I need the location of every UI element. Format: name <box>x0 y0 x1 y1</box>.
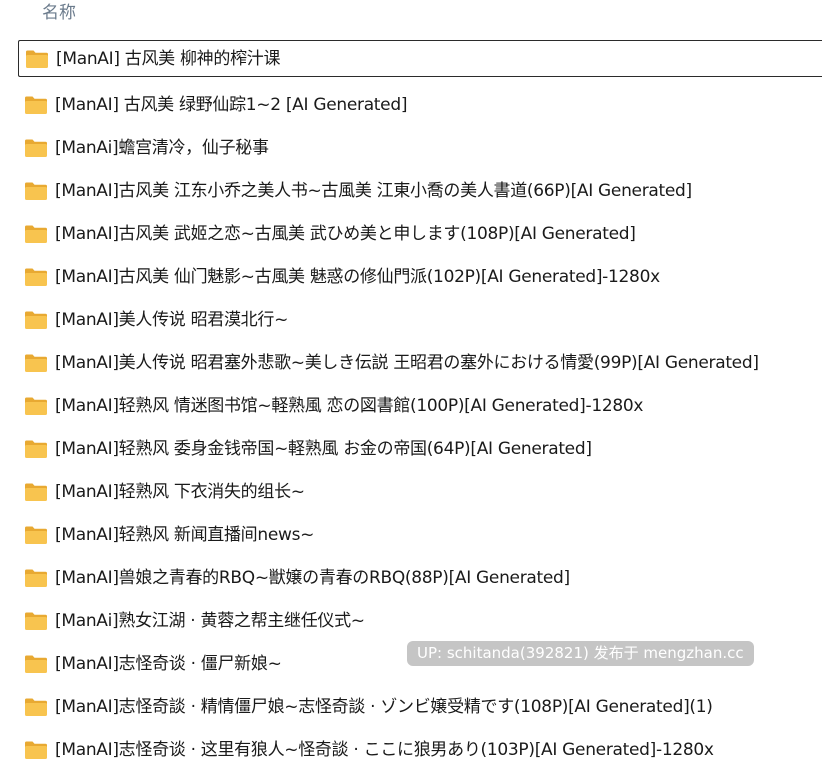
folder-icon <box>24 482 48 502</box>
folder-row[interactable]: [ManAI]轻熟风 委身金钱帝国~軽熟風 お金の帝国(64P)[AI Gene… <box>0 427 822 470</box>
folder-row[interactable]: [ManAI] 古风美 柳神的榨汁课 <box>18 40 822 77</box>
folder-row[interactable]: [ManAI]轻熟风 情迷图书馆~軽熟風 恋の図書館(100P)[AI Gene… <box>0 384 822 427</box>
folder-icon <box>24 697 48 717</box>
folder-icon <box>24 95 48 115</box>
folder-name: [ManAI]轻熟风 新闻直播间news~ <box>55 524 315 545</box>
folder-name: [ManAI]古风美 仙门魅影~古風美 魅惑の修仙門派(102P)[AI Gen… <box>55 266 660 287</box>
folder-icon <box>24 740 48 760</box>
folder-name: [ManAI]美人传说 昭君漠北行~ <box>55 309 289 330</box>
folder-row[interactable]: [ManAI]兽娘之青春的RBQ~獣嬢の青春のRBQ(88P)[AI Gener… <box>0 556 822 599</box>
folder-row[interactable]: [ManAi]蟾宫清冷，仙子秘事 <box>0 126 822 169</box>
folder-name: [ManAi]蟾宫清冷，仙子秘事 <box>55 137 269 158</box>
folder-icon <box>24 353 48 373</box>
folder-icon <box>24 611 48 631</box>
folder-row[interactable]: [ManAI]美人传说 昭君塞外悲歌~美しき伝説 王昭君の塞外における情愛(99… <box>0 341 822 384</box>
folder-icon <box>24 439 48 459</box>
watermark: UP: schitanda(392821) 发布于 mengzhan.cc <box>407 641 754 666</box>
folder-name: [ManAI]美人传说 昭君塞外悲歌~美しき伝説 王昭君の塞外における情愛(99… <box>55 352 759 373</box>
folder-row[interactable]: [ManAI]古风美 仙门魅影~古風美 魅惑の修仙門派(102P)[AI Gen… <box>0 255 822 298</box>
folder-name: [ManAI]轻熟风 情迷图书馆~軽熟風 恋の図書館(100P)[AI Gene… <box>55 395 644 416</box>
folder-icon <box>24 138 48 158</box>
folder-name: [ManAI]古风美 江东小乔之美人书~古風美 江東小喬の美人書道(66P)[A… <box>55 180 692 201</box>
folder-name: [ManAI]轻熟风 委身金钱帝国~軽熟風 お金の帝国(64P)[AI Gene… <box>55 438 592 459</box>
folder-icon <box>24 525 48 545</box>
folder-name: [ManAI]古风美 武姬之恋~古風美 武ひめ美と申します(108P)[AI G… <box>55 223 636 244</box>
folder-row[interactable]: [ManAI]古风美 江东小乔之美人书~古風美 江東小喬の美人書道(66P)[A… <box>0 169 822 212</box>
folder-name: [ManAI]轻熟风 下衣消失的组长~ <box>55 481 305 502</box>
folder-name: [ManAI] 古风美 绿野仙踪1~2 [AI Generated] <box>55 94 408 115</box>
folder-name: [ManAI]兽娘之青春的RBQ~獣嬢の青春のRBQ(88P)[AI Gener… <box>55 567 570 588</box>
folder-icon <box>24 181 48 201</box>
folder-icon <box>24 396 48 416</box>
folder-row[interactable]: [ManAI] 古风美 绿野仙踪1~2 [AI Generated] <box>0 83 822 126</box>
folder-name: [ManAI]志怪奇谈 · 这里有狼人~怪奇談 · ここに狼男あり(103P)[… <box>55 739 714 760</box>
folder-row[interactable]: [ManAI]美人传说 昭君漠北行~ <box>0 298 822 341</box>
folder-row[interactable]: [ManAI]志怪奇谈 · 这里有狼人~怪奇談 · ここに狼男あり(103P)[… <box>0 728 822 771</box>
folder-icon <box>24 267 48 287</box>
folder-icon <box>24 224 48 244</box>
folder-row[interactable]: [ManAi]熟女江湖 · 黄蓉之帮主继任仪式~ <box>0 599 822 642</box>
column-header-name[interactable]: 名称 <box>42 2 76 24</box>
folder-name: [ManAI] 古风美 柳神的榨汁课 <box>56 48 281 69</box>
folder-name: [ManAI]志怪奇谈 · 僵尸新娘~ <box>55 653 282 674</box>
folder-row[interactable]: [ManAI]志怪奇談 · 精情僵尸娘~志怪奇談 · ゾンビ嬢受精です(108P… <box>0 685 822 728</box>
folder-row[interactable]: [ManAI]轻熟风 下衣消失的组长~ <box>0 470 822 513</box>
folder-icon <box>25 49 49 69</box>
folder-icon <box>24 568 48 588</box>
folder-row[interactable]: [ManAI]轻熟风 新闻直播间news~ <box>0 513 822 556</box>
folder-icon <box>24 654 48 674</box>
folder-name: [ManAi]熟女江湖 · 黄蓉之帮主继任仪式~ <box>55 610 365 631</box>
folder-row[interactable]: [ManAI]古风美 武姬之恋~古風美 武ひめ美と申します(108P)[AI G… <box>0 212 822 255</box>
folder-name: [ManAI]志怪奇談 · 精情僵尸娘~志怪奇談 · ゾンビ嬢受精です(108P… <box>55 696 713 717</box>
folder-icon <box>24 310 48 330</box>
